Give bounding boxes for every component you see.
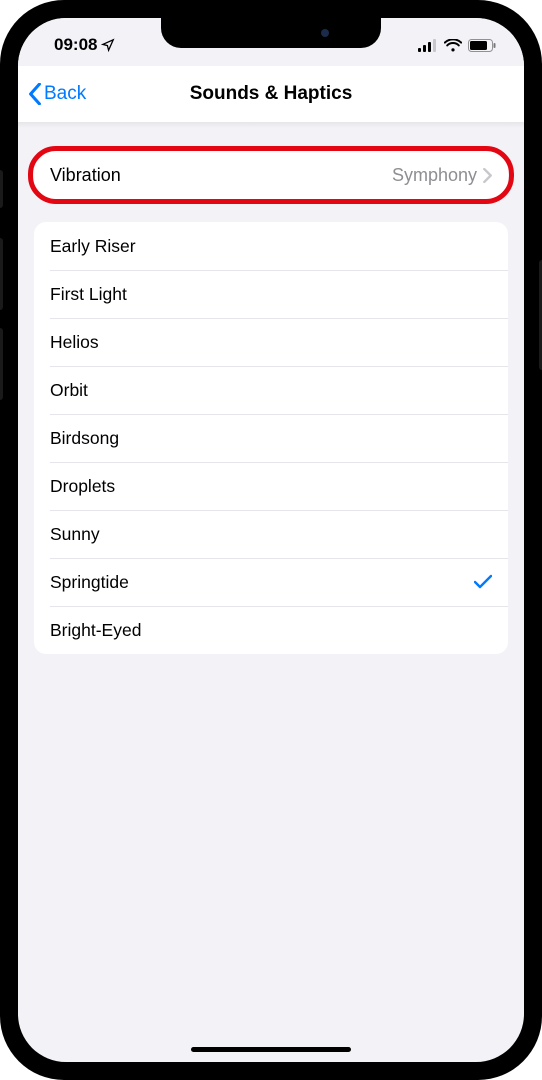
wifi-icon bbox=[444, 39, 462, 52]
vibration-row-highlight: Vibration Symphony bbox=[34, 150, 508, 200]
sound-label: First Light bbox=[50, 284, 492, 305]
sound-row[interactable]: Early Riser bbox=[34, 222, 508, 270]
sound-row[interactable]: Bright-Eyed bbox=[34, 606, 508, 654]
sound-row[interactable]: Orbit bbox=[34, 366, 508, 414]
sound-label: Springtide bbox=[50, 572, 468, 593]
volume-down-button bbox=[0, 328, 3, 400]
sound-label: Droplets bbox=[50, 476, 492, 497]
sound-label: Birdsong bbox=[50, 428, 492, 449]
sound-list: Early Riser First Light Helios Orbit Bir… bbox=[34, 222, 508, 654]
sound-label: Sunny bbox=[50, 524, 492, 545]
content: Vibration Symphony Early Riser bbox=[18, 150, 524, 654]
home-indicator[interactable] bbox=[191, 1047, 351, 1052]
phone-frame: 09:08 bbox=[0, 0, 542, 1080]
screen: 09:08 bbox=[18, 18, 524, 1062]
sound-label: Orbit bbox=[50, 380, 492, 401]
sound-row[interactable]: Sunny bbox=[34, 510, 508, 558]
sound-label: Early Riser bbox=[50, 236, 492, 257]
sound-row[interactable]: First Light bbox=[34, 270, 508, 318]
chevron-right-icon bbox=[483, 168, 492, 183]
front-camera bbox=[321, 29, 329, 37]
nav-bar: Back Sounds & Haptics bbox=[18, 66, 524, 122]
vibration-group: Vibration Symphony bbox=[34, 150, 508, 200]
cellular-signal-icon bbox=[418, 39, 438, 52]
sound-label: Helios bbox=[50, 332, 492, 353]
sound-row[interactable]: Birdsong bbox=[34, 414, 508, 462]
battery-icon bbox=[468, 39, 496, 52]
status-time: 09:08 bbox=[54, 35, 97, 55]
back-label: Back bbox=[44, 83, 86, 105]
vibration-label: Vibration bbox=[50, 165, 392, 186]
checkmark-icon bbox=[474, 574, 492, 590]
status-left: 09:08 bbox=[54, 29, 115, 55]
location-icon bbox=[101, 38, 115, 52]
mute-switch bbox=[0, 170, 3, 208]
sound-row[interactable]: Springtide bbox=[34, 558, 508, 606]
page-title: Sounds & Haptics bbox=[190, 83, 353, 105]
chevron-left-icon bbox=[28, 83, 42, 105]
status-right bbox=[418, 33, 496, 52]
back-button[interactable]: Back bbox=[28, 83, 86, 105]
sound-label: Bright-Eyed bbox=[50, 620, 492, 641]
sound-row[interactable]: Droplets bbox=[34, 462, 508, 510]
nav-shadow bbox=[18, 122, 524, 128]
volume-up-button bbox=[0, 238, 3, 310]
vibration-value: Symphony bbox=[392, 165, 477, 186]
sound-row[interactable]: Helios bbox=[34, 318, 508, 366]
notch bbox=[161, 18, 381, 48]
vibration-row[interactable]: Vibration Symphony bbox=[34, 150, 508, 200]
